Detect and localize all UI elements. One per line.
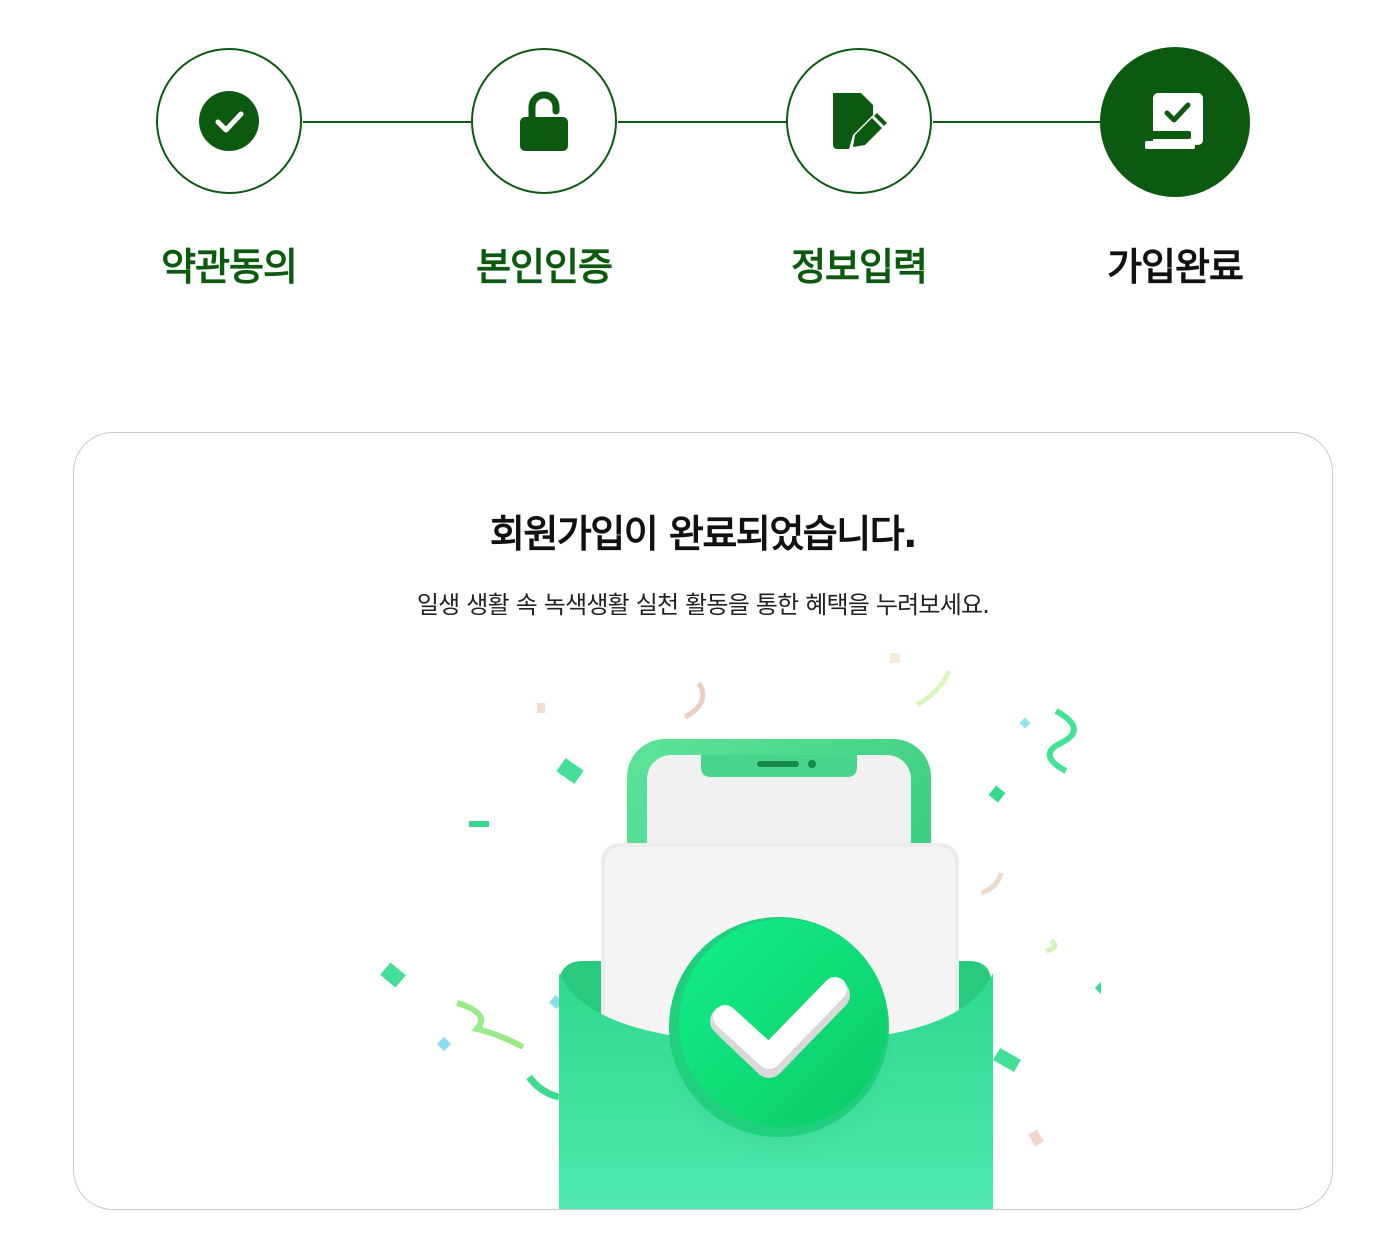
step-label-info: 정보입력 bbox=[791, 245, 928, 289]
step-connector bbox=[618, 121, 786, 123]
step-connector bbox=[933, 121, 1101, 123]
step-info-input bbox=[786, 48, 932, 194]
step-terms-agreement bbox=[156, 48, 302, 194]
signed-document-icon bbox=[1143, 91, 1207, 153]
page-title: 회원가입이 완료되었습니다. bbox=[489, 512, 918, 556]
step-signup-complete bbox=[1100, 47, 1250, 197]
step-connector bbox=[303, 121, 471, 123]
step-label-terms: 약관동의 bbox=[161, 245, 298, 289]
step-identity-verification bbox=[471, 48, 617, 194]
check-circle-icon bbox=[198, 90, 260, 152]
unlock-icon bbox=[518, 89, 570, 153]
step-label-identity: 본인인증 bbox=[476, 245, 613, 289]
signup-complete-illustration bbox=[301, 643, 1172, 1209]
signup-complete-card: 회원가입이 완료되었습니다. 일생 생활 속 녹색생활 실천 활동을 통한 혜택… bbox=[73, 432, 1333, 1210]
edit-document-icon bbox=[827, 89, 891, 153]
page-subtitle: 일생 생활 속 녹색생활 실천 활동을 통한 혜택을 누려보세요. bbox=[416, 591, 990, 619]
step-label-complete: 가입완료 bbox=[1107, 245, 1244, 289]
signup-progress-stepper: 약관동의 본인인증 정보입력 가입완료 bbox=[0, 0, 1378, 320]
